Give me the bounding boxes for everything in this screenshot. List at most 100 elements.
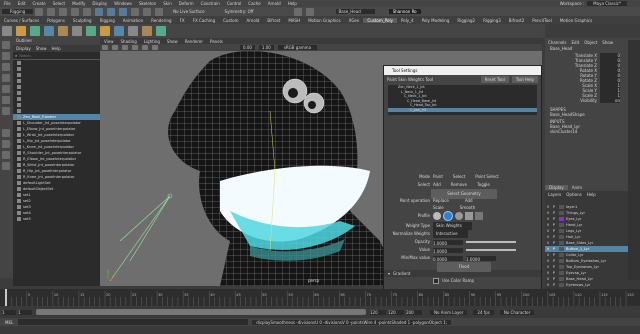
outliner-search-input[interactable] (19, 53, 90, 58)
save-scene-icon[interactable] (59, 7, 68, 16)
textured-icon[interactable] (132, 45, 138, 50)
layer-color-swatch[interactable] (559, 241, 564, 245)
layer-color-swatch[interactable] (559, 271, 564, 275)
select-object-icon[interactable] (107, 7, 116, 16)
select-remove-radio[interactable]: Remove (451, 181, 467, 189)
shelf-tab[interactable]: Polygons (43, 18, 69, 23)
range-end2-field[interactable]: 200 (406, 309, 422, 315)
value-field[interactable]: 1.0000 (433, 247, 463, 254)
channel-menu-object[interactable]: Object (584, 40, 597, 45)
channel-menu-channels[interactable]: Channels (548, 40, 567, 45)
input-1[interactable]: skinCluster14 (545, 129, 640, 134)
shelf-tab[interactable]: Bifrost2 (505, 18, 528, 23)
menu-item-edit[interactable]: Edit (18, 1, 26, 6)
range-end-field[interactable]: 120 (388, 309, 404, 315)
shelf-tool-icon[interactable] (72, 26, 82, 36)
opacity-field[interactable]: 1.0000 (433, 239, 463, 246)
shelf-tab[interactable]: FX Caching (189, 18, 219, 23)
shelf-tool-icon[interactable] (2, 26, 12, 36)
add-radio[interactable]: Add (465, 197, 473, 205)
layer-color-swatch[interactable] (559, 223, 564, 227)
smooth-radio[interactable]: Smooth (460, 205, 475, 210)
symmetry-dropdown[interactable]: Symmetry: Off (225, 9, 254, 14)
menu-item-control[interactable]: Control (227, 1, 241, 6)
shelf-tab[interactable]: PencilTool (528, 18, 555, 23)
shelf-tab[interactable]: Rigging (96, 18, 119, 23)
min-value-field[interactable]: 0.0000 (433, 255, 463, 262)
range-start-field[interactable]: 1 (2, 309, 16, 315)
profile-solid-icon[interactable] (455, 212, 463, 220)
fps-dropdown[interactable]: 24 fps (473, 309, 494, 315)
influence-item[interactable]: C_Jaw_Jnt (388, 107, 537, 112)
layer-menu-layers[interactable]: Layers (548, 192, 561, 197)
shelf-tab[interactable]: Poly Modeling (418, 18, 454, 23)
channel-menu-edit[interactable]: Edit (572, 40, 580, 45)
tab-anim[interactable]: Anim (568, 185, 586, 190)
value-slider[interactable] (466, 249, 516, 251)
mode-select-radio[interactable]: Select (453, 173, 465, 181)
select-hierarchy-icon[interactable] (95, 7, 104, 16)
viewport-menu-shading[interactable]: Shading (121, 39, 137, 44)
shelf-tool-icon[interactable] (114, 26, 124, 36)
layer-color-swatch[interactable] (559, 265, 564, 269)
use-color-ramp-checkbox[interactable] (433, 278, 439, 284)
scale-tool-icon[interactable] (2, 96, 10, 104)
outliner-menu-show[interactable]: Show (36, 46, 47, 51)
move-tool-icon[interactable] (2, 74, 10, 82)
snap-point-icon[interactable] (155, 7, 164, 16)
mode-paint-select-radio[interactable]: Paint Select (475, 173, 499, 181)
normalize-dropdown[interactable]: Interactive (433, 230, 468, 238)
anim-layer-dropdown[interactable]: No Anim Layer (430, 309, 468, 315)
select-component-icon[interactable] (119, 7, 128, 16)
select-add-radio[interactable]: Add (433, 181, 441, 189)
shelf-tool-icon[interactable] (16, 26, 26, 36)
layout-outliner-icon[interactable] (2, 162, 10, 170)
mode-dropdown[interactable]: Rigging (2, 9, 34, 14)
exposure-field[interactable]: 0.00 (240, 45, 255, 50)
tool-help-button[interactable]: Tool Help (511, 75, 538, 83)
outliner-menu-help[interactable]: Help (52, 46, 61, 51)
viewport-menu-panels[interactable]: Panels (210, 39, 223, 44)
shelf-tab[interactable]: Curves / Surfaces (0, 18, 43, 23)
shelf-tool-icon[interactable] (58, 26, 68, 36)
profile-file-icon[interactable] (475, 212, 483, 220)
shelf-tool-icon[interactable] (30, 26, 40, 36)
layer-menu-options[interactable]: Options (566, 192, 581, 197)
gamma-field[interactable]: 1.00 (258, 45, 274, 50)
snap-grid-icon[interactable] (131, 7, 140, 16)
layer-color-swatch[interactable] (559, 247, 564, 251)
attribute-value[interactable]: on (600, 98, 620, 103)
range-slider[interactable] (36, 309, 366, 315)
layer-color-swatch[interactable] (559, 283, 564, 287)
last-tool-icon[interactable] (2, 107, 10, 115)
snap-curve-icon[interactable] (143, 7, 152, 16)
shelf-tab[interactable]: Custom_Poly (363, 17, 397, 23)
layer-color-swatch[interactable] (559, 205, 564, 209)
shelf-tab[interactable]: FX (176, 18, 189, 23)
menu-item-skeleton[interactable]: Skeleton (139, 1, 156, 6)
menu-item-file[interactable]: File (4, 1, 11, 6)
layout-two-icon[interactable] (2, 151, 10, 159)
layer-menu-help[interactable]: Help (587, 192, 596, 197)
shelf-tool-icon[interactable] (142, 26, 152, 36)
profile-square-icon[interactable] (465, 212, 473, 220)
layer-color-swatch[interactable] (559, 259, 564, 263)
menu-item-display[interactable]: Display (92, 1, 107, 6)
layer-color-swatch[interactable] (559, 211, 564, 215)
shelf-tab[interactable]: Poly_4 (397, 18, 418, 23)
new-scene-icon[interactable] (35, 7, 44, 16)
wireframe-icon[interactable] (112, 45, 118, 50)
shelf-tab[interactable]: Arnold (242, 18, 263, 23)
shelf-tab[interactable]: Rendering (147, 18, 175, 23)
menu-item-windows[interactable]: Windows (114, 1, 132, 6)
shelf-tab[interactable]: Rigging2 (453, 18, 479, 23)
command-input[interactable] (18, 319, 249, 325)
live-surface-field[interactable]: No Live Surface (173, 9, 204, 14)
channel-attribute[interactable]: Visibility on (545, 98, 640, 103)
user-account[interactable]: Shannon Ro (388, 9, 421, 14)
shelf-tab[interactable]: XGen (345, 18, 364, 23)
menu-item-skin[interactable]: Skin (163, 1, 172, 6)
viewport-menu-show[interactable]: Show (167, 39, 178, 44)
flood-button[interactable]: Flood (436, 262, 492, 272)
menu-item-cache[interactable]: Cache (248, 1, 260, 6)
